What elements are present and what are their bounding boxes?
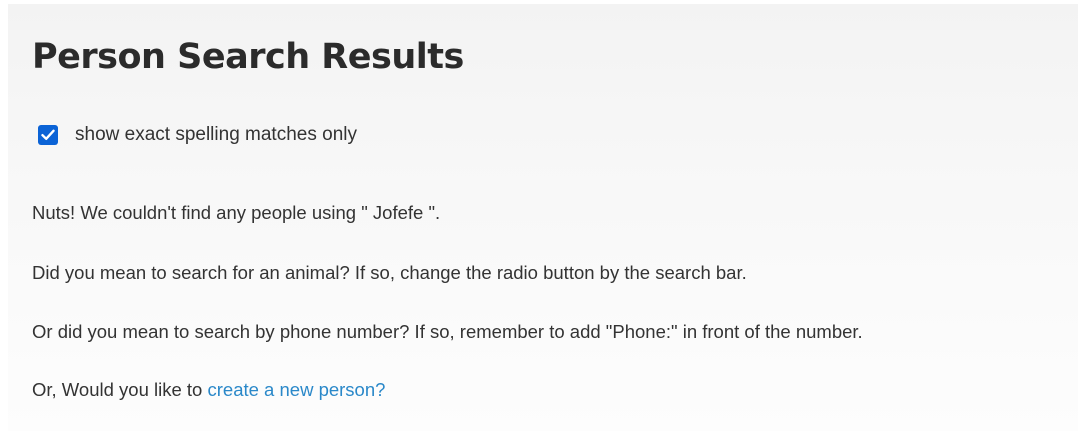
create-person-prompt: Or, Would you like to create a new perso… <box>32 377 385 403</box>
create-person-prefix: Or, Would you like to <box>32 379 208 400</box>
no-results-message: Nuts! We couldn't find any people using … <box>32 202 441 223</box>
create-new-person-link[interactable]: create a new person? <box>208 379 386 400</box>
animal-search-hint: Did you mean to search for an animal? If… <box>32 262 747 283</box>
exact-spelling-label: show exact spelling matches only <box>75 124 357 145</box>
phone-search-hint: Or did you mean to search by phone numbe… <box>32 321 863 342</box>
search-results-panel: Person Search Results show exact spellin… <box>8 4 1078 431</box>
page-title: Person Search Results <box>32 37 464 77</box>
exact-spelling-filter[interactable]: show exact spelling matches only <box>38 122 357 148</box>
exact-spelling-checkbox[interactable] <box>38 125 58 145</box>
checkmark-icon <box>41 129 55 140</box>
